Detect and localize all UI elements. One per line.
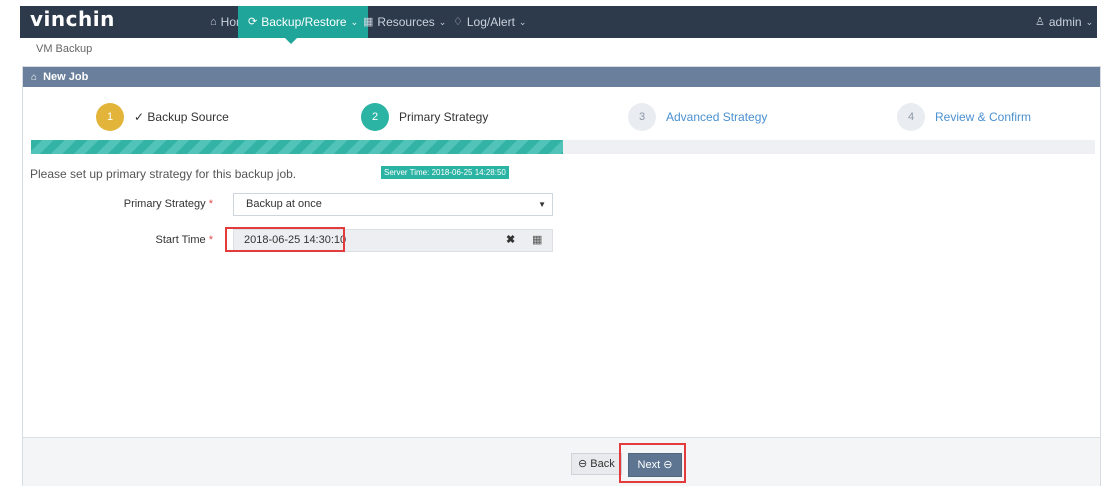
primary-strategy-value: Backup at once: [246, 198, 322, 210]
nav-resources[interactable]: ▦ Resources ⌄: [363, 6, 446, 38]
nav-backup-restore-label: Backup/Restore: [261, 15, 347, 29]
step-number: 4: [897, 103, 925, 131]
step-label: ✓ Backup Source: [134, 110, 229, 124]
panel-title: New Job: [43, 71, 89, 83]
user-name: admin: [1048, 15, 1082, 29]
home-icon: ⌂: [210, 16, 217, 28]
user-icon: ♙: [1035, 16, 1045, 28]
new-job-panel: ⌂ New Job 1 ✓ Backup Source 2 Primary St…: [22, 66, 1101, 486]
wizard-progress-fill: [31, 140, 563, 154]
step-label: Review & Confirm: [935, 110, 1032, 124]
start-time-label: Start Time *: [155, 234, 213, 246]
nav-resources-label: Resources: [377, 15, 435, 29]
clear-icon[interactable]: ✖: [506, 230, 515, 251]
required-mark: *: [208, 234, 213, 246]
primary-strategy-label: Primary Strategy *: [123, 198, 213, 210]
breadcrumb: VM Backup: [36, 43, 93, 55]
step-number: 1: [96, 103, 124, 131]
step-number: 3: [628, 103, 656, 131]
check-icon: ✓: [134, 110, 145, 124]
required-mark: *: [208, 198, 213, 210]
server-time-badge: Server Time: 2018-06-25 14:28:50: [381, 166, 509, 179]
calendar-icon[interactable]: ▦: [532, 230, 542, 251]
nav-log-alert-label: Log/Alert: [466, 15, 515, 29]
backup-icon: ⟳: [248, 16, 258, 28]
back-button[interactable]: ⊖ Back: [571, 453, 622, 475]
instruction-text: Please set up primary strategy for this …: [30, 167, 297, 181]
highlight-box-next: [619, 443, 686, 483]
wizard-step-review-confirm[interactable]: 4 Review & Confirm: [897, 103, 1031, 131]
bell-icon: ♢: [453, 16, 463, 28]
chevron-down-icon: ⌄: [518, 17, 527, 27]
step-label: Primary Strategy: [399, 110, 489, 124]
active-nav-pointer: [285, 38, 297, 44]
arrow-left-icon: ⊖: [578, 458, 588, 470]
job-icon: ⌂: [31, 72, 38, 83]
app-logo[interactable]: vinchin: [30, 7, 115, 31]
wizard-step-advanced-strategy[interactable]: 3 Advanced Strategy: [628, 103, 767, 131]
top-navbar: vinchin ⌂ Home ⟳ Backup/Restore ⌄ ▦ Reso…: [20, 6, 1097, 38]
resources-icon: ▦: [363, 16, 374, 28]
chevron-down-icon: ⌄: [350, 17, 359, 27]
wizard-step-backup-source[interactable]: 1 ✓ Backup Source: [96, 103, 229, 131]
wizard-step-primary-strategy[interactable]: 2 Primary Strategy: [361, 103, 488, 131]
wizard-progress-bar: [31, 140, 1095, 154]
step-label: Advanced Strategy: [666, 110, 768, 124]
step-number: 2: [361, 103, 389, 131]
chevron-down-icon: ▼: [538, 200, 546, 209]
nav-backup-restore[interactable]: ⟳ Backup/Restore ⌄: [238, 6, 369, 38]
nav-log-alert[interactable]: ♢ Log/Alert ⌄: [453, 6, 526, 38]
primary-strategy-select[interactable]: Backup at once ▼: [233, 193, 553, 216]
user-menu[interactable]: ♙ admin ⌄: [1035, 6, 1093, 38]
wizard-footer: ⊖ Back Next ⊖: [23, 437, 1100, 486]
chevron-down-icon: ⌄: [438, 17, 447, 27]
highlight-box-start-time: [225, 227, 345, 252]
chevron-down-icon: ⌄: [1085, 17, 1094, 27]
panel-header: ⌂ New Job: [23, 67, 1100, 87]
